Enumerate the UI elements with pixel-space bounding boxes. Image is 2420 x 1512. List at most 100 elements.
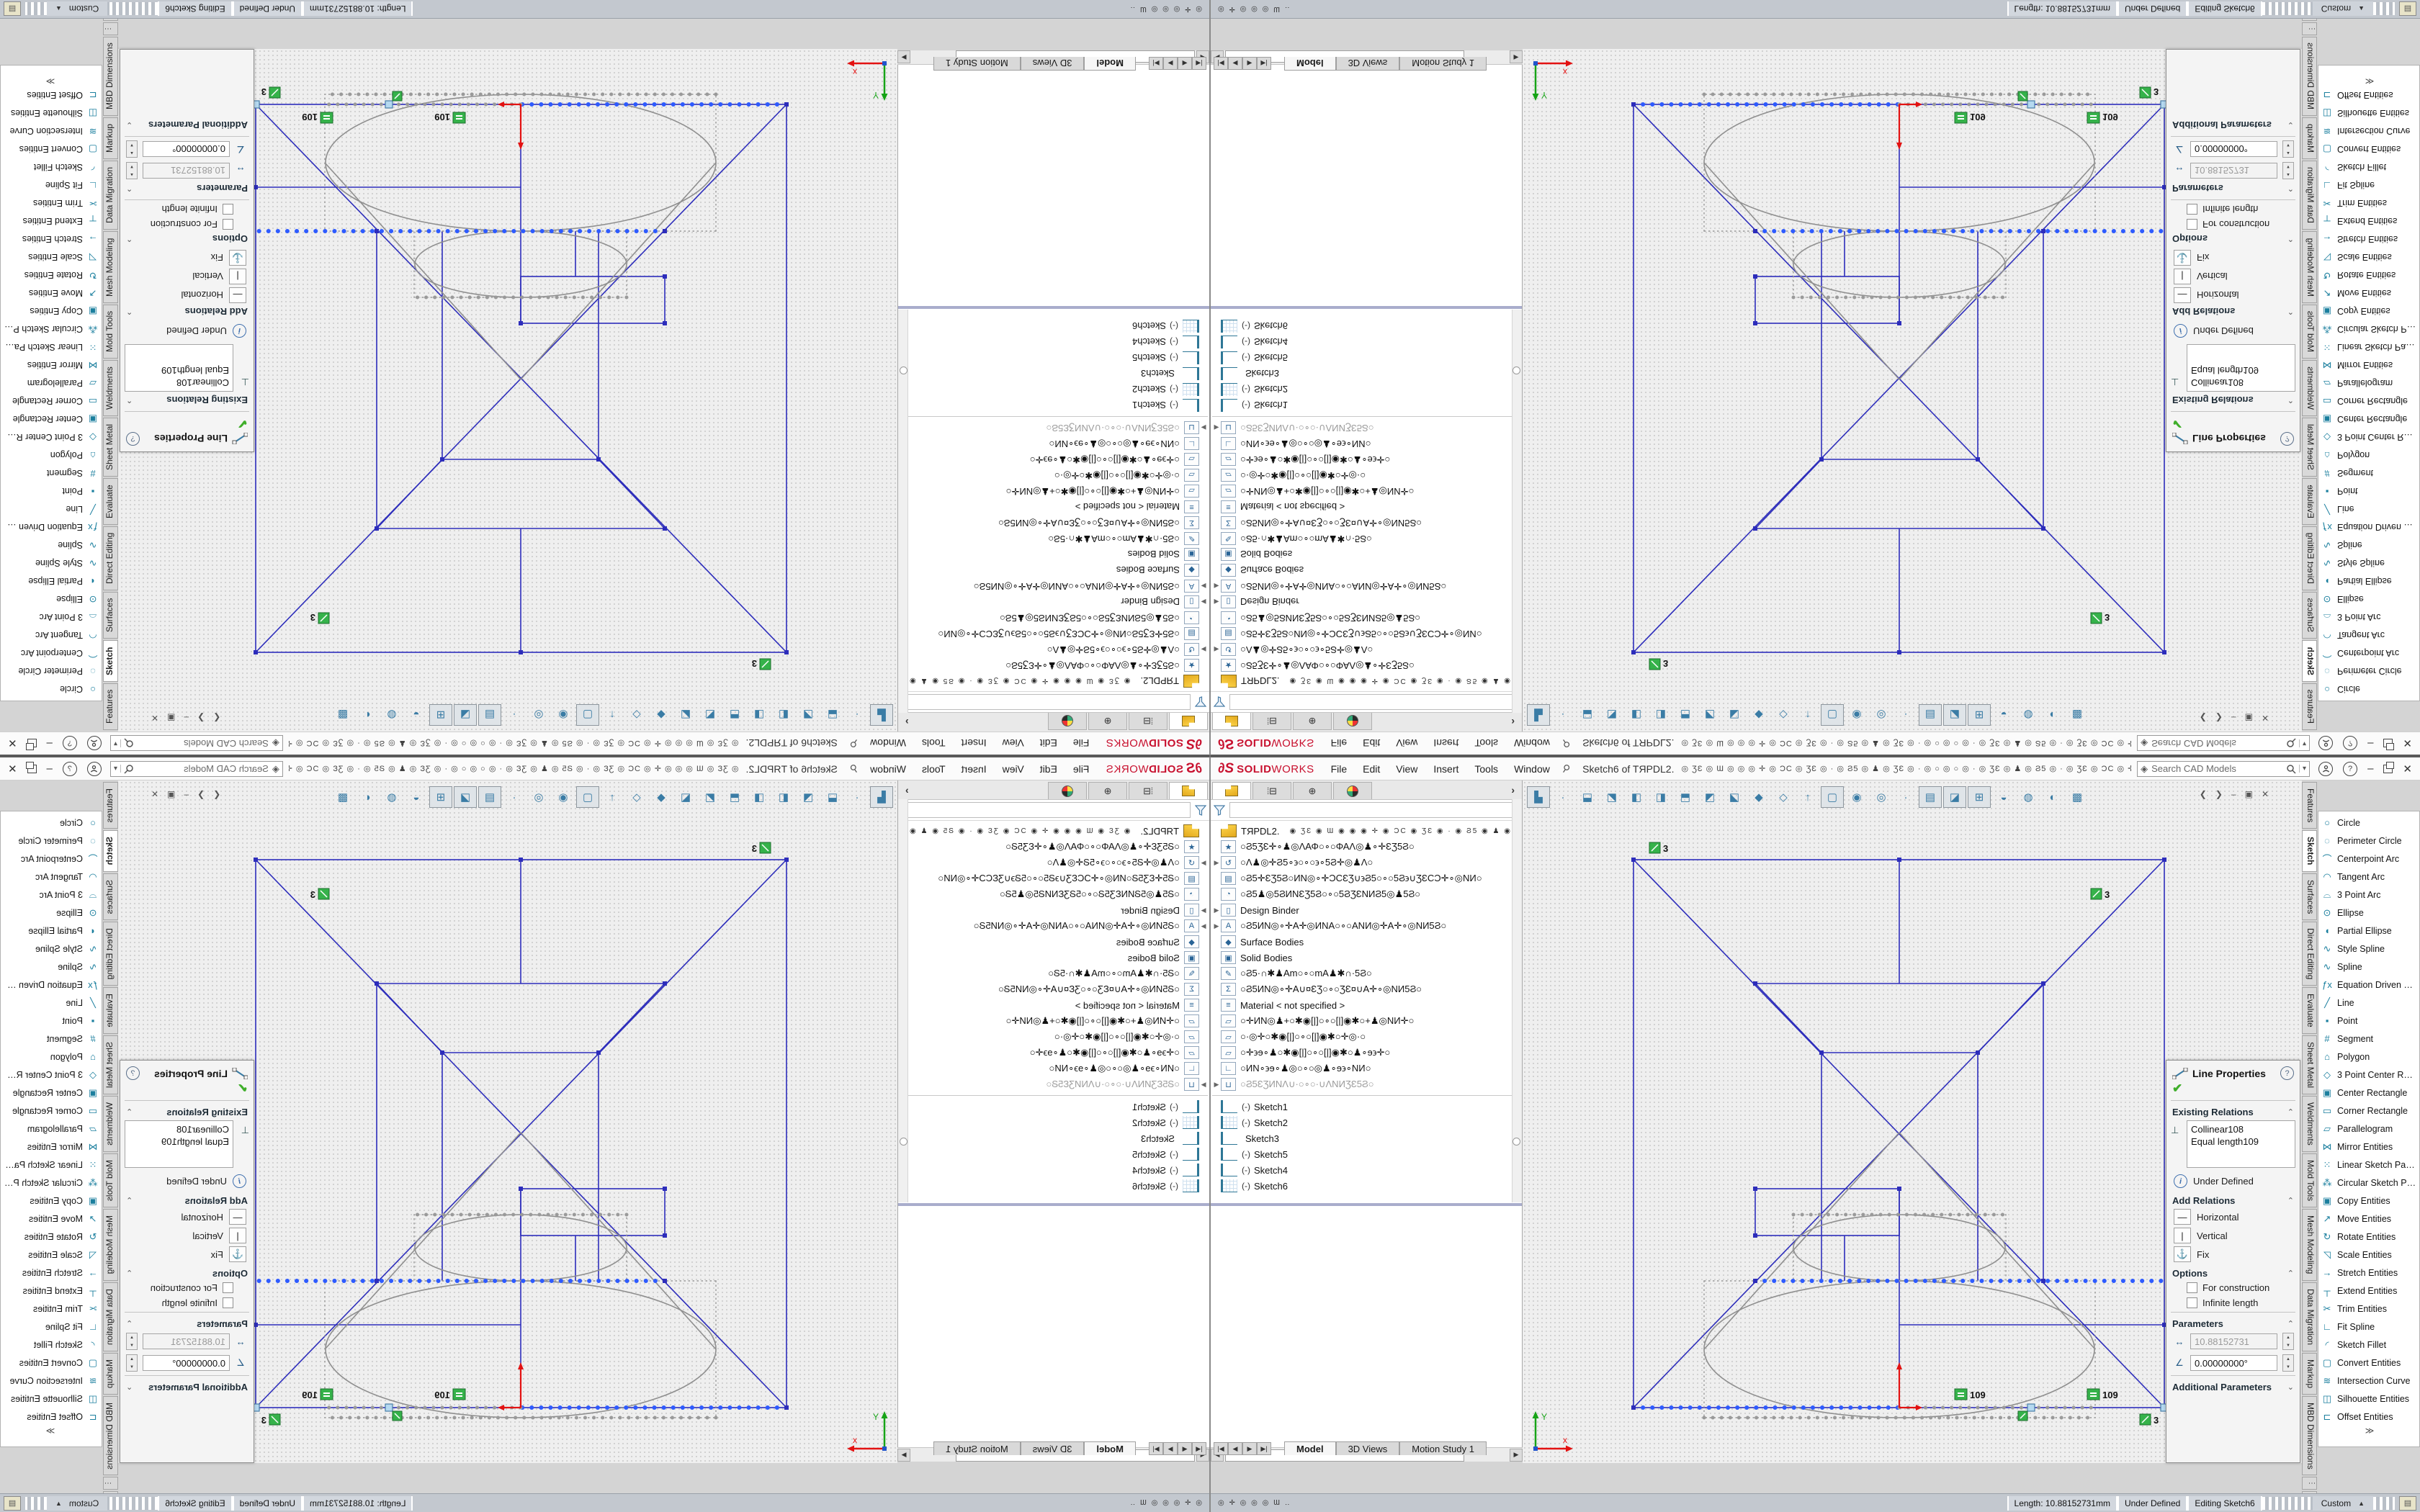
add-relation-button[interactable]: — Horizontal (120, 286, 254, 305)
sketch-tool-item[interactable]: ▪ Point (1, 1012, 102, 1030)
tree-item[interactable]: ✎ ○Ϩ5·∩✱♟Αm○∘○mΑ♟✱∩·5Ϩ○ (1212, 966, 1522, 981)
menu-more-chevron-icon[interactable]: ≫ (1, 76, 102, 86)
command-manager-tab[interactable]: Surfaces (103, 873, 118, 920)
menu-item[interactable]: View (996, 735, 1031, 752)
tree-sketch-item[interactable]: (-) Sketch2 (1212, 382, 1522, 397)
minimize-button[interactable]: – (47, 762, 53, 775)
sketch-tool-item[interactable]: ⁙ Linear Sketch Pattern (1, 1156, 102, 1174)
collapse-chevron-icon[interactable]: ⌃ (2287, 395, 2294, 405)
tree-item[interactable]: ★ ○Ϩ5ƷƐ✛∘♟◎ΛΑΦ○∘○ΦΑΛ◎♟∘✛ƐƷ5Ϩ○ (1212, 657, 1522, 673)
command-manager-tab[interactable]: Data Migration (103, 161, 118, 230)
tree-item[interactable]: ▶ ▯ Design Binder (1212, 594, 1522, 610)
menu-item[interactable]: File (1067, 735, 1096, 752)
pin-icon[interactable]: ⚲ (1559, 762, 1572, 776)
tree-root-item[interactable]: TЯPDL2. ◉ ƷƐ ◉ Ɯ ◉ ◉ ◉ ✛ ◉ ƆC ◉ ƷƐ ◉ · ◉… (1212, 673, 1522, 689)
scroll-right-arrow-icon[interactable]: ▶ (897, 1449, 910, 1462)
sketch-tool-item[interactable]: → Stretch Entities (2318, 230, 2419, 248)
tree-sketch-item[interactable]: (-) Sketch2 (1212, 1115, 1522, 1130)
additional-parameters-header[interactable]: Additional Parameters ⌄ (2166, 118, 2300, 135)
equal-length-badge-right[interactable]: 109 (2087, 1389, 2118, 1400)
tab-nav-arrow-icon[interactable]: ▶ (1163, 1442, 1178, 1455)
parameter-input[interactable]: 10.88152731 (2190, 163, 2277, 179)
feature-manager-tab[interactable] (1048, 782, 1087, 799)
scrollbar-knob[interactable] (900, 366, 908, 374)
tree-item[interactable]: ▱ ○·◎✛○✱◉[|]○∘○[|]◉✱○✛◎·○ (1212, 1029, 1522, 1045)
existing-relations-header[interactable]: Existing Relations ⌃ (2166, 1102, 2300, 1119)
expander-arrow-icon[interactable]: ▶ (1199, 906, 1208, 914)
command-manager-tab[interactable]: Sheet Metal (103, 1035, 118, 1094)
tree-item[interactable]: ≡ Material < not specified > (898, 997, 1208, 1013)
sketch-tool-item[interactable]: ◇ 3 Point Center Recta... (1, 428, 102, 446)
feature-manager-tab[interactable] (1169, 782, 1208, 799)
sketch-tool-item[interactable]: ▣ Center Rectangle (1, 1084, 102, 1102)
sketch-tool-item[interactable]: ◖ Partial Ellipse (1, 922, 102, 940)
add-relation-button[interactable]: ⚓ Fix (120, 1245, 254, 1264)
tree-item[interactable]: ▶ ↺ ○Ʌ♟◎✛Ϩ5∘϶○∘○϶∘5Ϩ✛◎♟Ʌ○ (1212, 642, 1522, 657)
tree-item[interactable]: ▱ ○·◎✛○✱◉[|]○∘○[|]◉✱○✛◎·○ (1212, 467, 1522, 483)
status-tool-icon[interactable]: ▤ (4, 1496, 21, 1511)
menu-item[interactable]: Insert (955, 735, 993, 752)
add-relation-button[interactable]: ⚓ Fix (2166, 248, 2300, 267)
relation-list-item[interactable]: Equal length109 (2191, 1135, 2291, 1148)
tree-item[interactable]: ▶ ↺ ○Ʌ♟◎✛Ϩ5∘϶○∘○϶∘5Ϩ✛◎♟Ʌ○ (898, 642, 1208, 657)
feature-manager-tab[interactable] (1212, 782, 1251, 799)
command-manager-tab[interactable]: Evaluate (103, 478, 118, 525)
sketch-tool-item[interactable]: ◫ Silhouette Entities (2318, 104, 2419, 122)
command-manager-tab[interactable]: Data Migration (103, 1282, 118, 1351)
sketch-tool-item[interactable]: ⊏ Offset Entities (2318, 86, 2419, 104)
feature-manager-tab[interactable]: ⦙⊟ (1129, 782, 1168, 799)
tab-nav-arrow-icon[interactable]: ▶| (1149, 1442, 1163, 1455)
sketch-tool-item[interactable]: ◌ Perimeter Circle (1, 662, 102, 680)
help-icon[interactable]: ? (63, 762, 77, 776)
parameters-header[interactable]: Parameters ⌃ (2166, 1314, 2300, 1331)
scroll-right-arrow-icon[interactable]: ▶ (897, 51, 910, 64)
options-header[interactable]: Options ⌃ (2166, 1264, 2300, 1280)
tree-item[interactable]: ◔ ○Ϩ5♟◎5ϨИNƐƷ5Ϩ○∘○5ϨƷƐNИϨ5◎♟5Ϩ○ (898, 886, 1208, 902)
tree-sketch-item[interactable]: (-) Sketch1 (1212, 397, 1522, 413)
scroll-right-arrow-icon[interactable]: ▶ (1510, 51, 1523, 64)
sketch-tool-item[interactable]: ⌒ Centerpoint Arc (1, 850, 102, 868)
sketch-tool-item[interactable]: ◖ Partial Ellipse (1, 572, 102, 590)
tree-item[interactable]: ▶ A ○Ϩ5ИN◎∘✛Α✛◎ИNΑ○∘○ΑNИ◎✛Α✛∘◎NИ5Ϩ○ (898, 578, 1208, 594)
search-icon[interactable] (124, 764, 134, 774)
option-row[interactable]: Infinite length (2166, 1295, 2300, 1310)
sketch-tool-item[interactable]: ↗ Move Entities (1, 284, 102, 302)
command-manager-tab[interactable]: ⋮ (2302, 22, 2317, 35)
tree-sketch-item[interactable]: (-) Sketch6 (898, 318, 1208, 334)
command-manager-tab[interactable]: Features (2302, 683, 2317, 730)
expander-arrow-icon[interactable]: ▶ (1199, 424, 1208, 432)
tree-vertical-scrollbar[interactable] (898, 310, 908, 713)
tree-item[interactable]: ▶ ▯ Design Binder (898, 594, 1208, 610)
checkbox[interactable] (2187, 204, 2197, 215)
relations-listbox[interactable]: Collinear108Equal length109 (125, 344, 233, 392)
option-row[interactable]: For construction (120, 217, 254, 232)
ok-checkmark-icon[interactable]: ✔ (2166, 1081, 2300, 1099)
minimize-button[interactable]: – (2367, 762, 2373, 775)
menu-more-chevron-icon[interactable]: ≫ (2318, 1426, 2419, 1436)
tabs-overflow-chevron-icon[interactable]: › (1511, 716, 1515, 728)
sketch-tool-item[interactable]: ∿ Style Spline (2318, 554, 2419, 572)
command-manager-tab[interactable]: Mold Tools (2302, 305, 2317, 359)
relations-listbox[interactable]: Collinear108Equal length109 (125, 1120, 233, 1168)
sketch-tool-item[interactable]: ▱ Parallelogram (1, 1120, 102, 1138)
menu-item[interactable]: Window (1507, 735, 1556, 752)
model-tab[interactable]: Motion Study 1 (933, 57, 1021, 71)
additional-parameters-header[interactable]: Additional Parameters ⌄ (120, 118, 254, 135)
add-relation-button[interactable]: ⚓ Fix (120, 248, 254, 267)
relation-list-item[interactable]: Equal length109 (129, 1135, 229, 1148)
spinner-control[interactable]: ▲▼ (126, 1354, 138, 1372)
feature-manager-tab[interactable]: ⊕ (1293, 713, 1332, 730)
tree-sketch-item[interactable]: (-) Sketch2 (898, 1115, 1208, 1130)
relations-listbox[interactable]: Collinear108Equal length109 (2187, 344, 2295, 392)
tree-splitter-handle[interactable] (897, 1203, 1209, 1206)
menu-item[interactable]: Window (1507, 760, 1556, 778)
command-manager-tab[interactable]: ⋮ (103, 22, 118, 35)
parameter-input[interactable]: 0.00000000° (143, 1355, 230, 1371)
feature-manager-tab[interactable]: ⊕ (1293, 782, 1332, 799)
command-manager-tab[interactable]: Weldments (2302, 1096, 2317, 1152)
sketch-tool-item[interactable]: ◖ Partial Ellipse (2318, 572, 2419, 590)
tree-item[interactable]: ∟ ○ИN∘϶ɘ∘♟◎○∘○◎♟∘ɘ϶∘NИ○ (1212, 1061, 1522, 1076)
sketch-tool-item[interactable]: # Segment (2318, 1030, 2419, 1048)
sketch-tool-item[interactable]: ∿ Spline (2318, 536, 2419, 554)
parameters-header[interactable]: Parameters ⌃ (120, 181, 254, 198)
